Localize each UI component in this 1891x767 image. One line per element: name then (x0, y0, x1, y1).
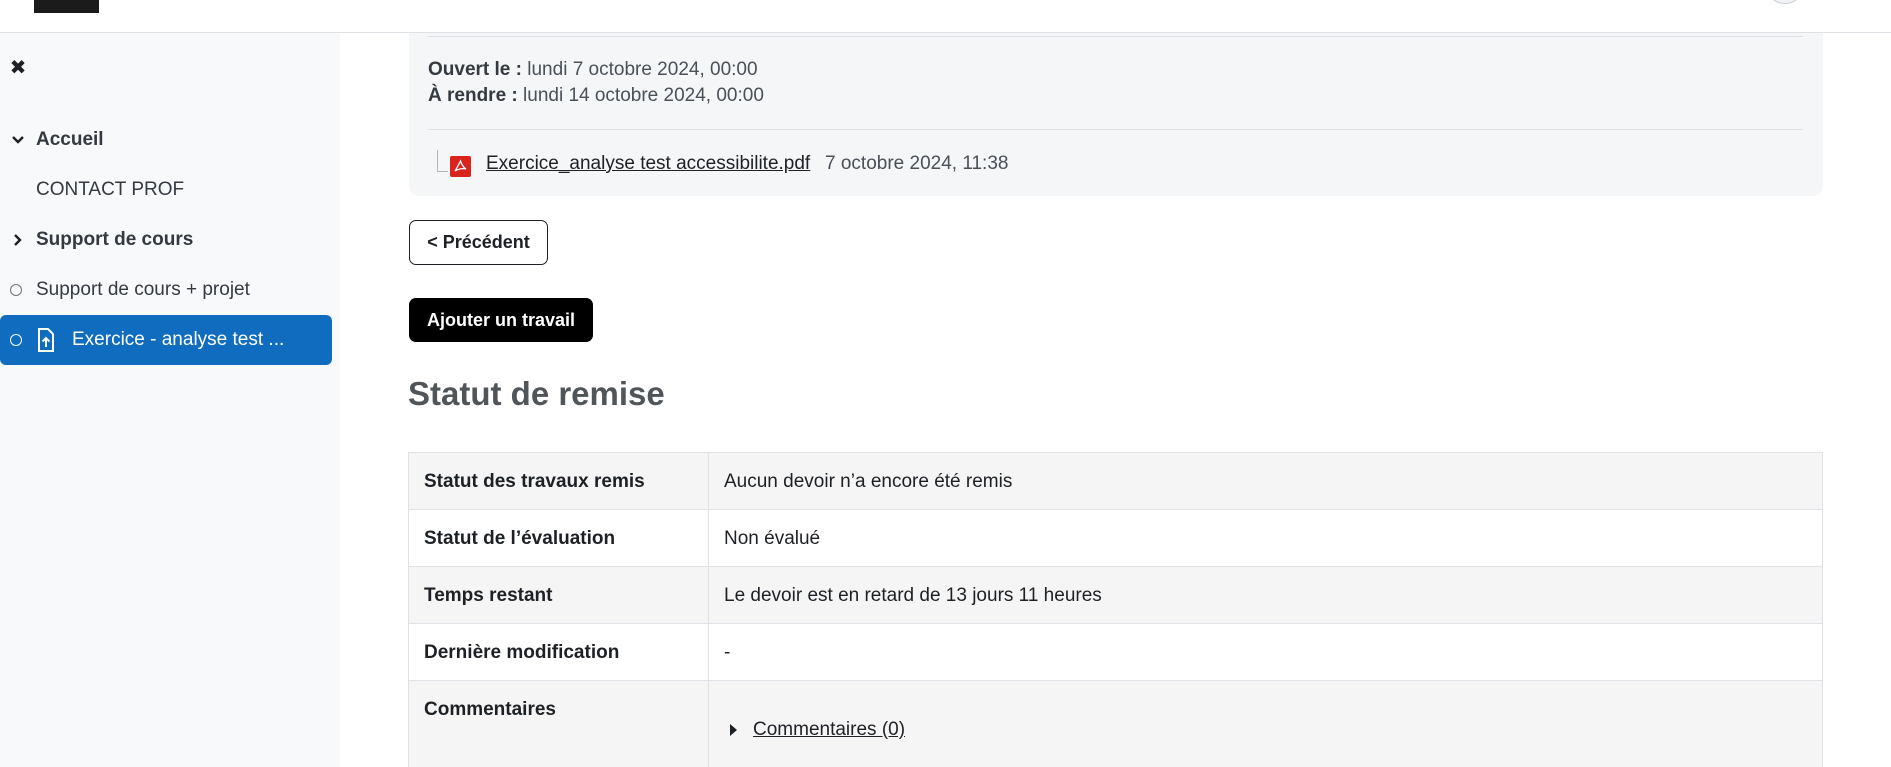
previous-activity-button[interactable]: < Précédent (409, 220, 548, 265)
course-section-support[interactable]: Support de cours (0, 215, 332, 265)
opened-value: lundi 7 octobre 2024, 00:00 (527, 59, 758, 80)
row-key: Commentaires (408, 680, 709, 767)
course-item-support-projet[interactable]: Support de cours + projet (0, 265, 332, 315)
close-drawer-button[interactable]: ✖ (8, 58, 28, 78)
divider (428, 129, 1803, 130)
item-label: Exercice - analyse test ... (72, 329, 285, 350)
add-submission-button[interactable]: Ajouter un travail (409, 298, 593, 342)
row-value: Aucun devoir n’a encore été remis (708, 452, 1823, 510)
site-logo[interactable] (34, 0, 99, 13)
table-row: Statut des travaux remis Aucun devoir n’… (408, 452, 1823, 510)
due-value: lundi 14 octobre 2024, 00:00 (523, 85, 764, 106)
section-label: Support de cours (36, 229, 194, 250)
row-key: Temps restant (408, 566, 709, 624)
course-index-drawer: ✖ Accueil CONTACT PROF Support de cours … (0, 33, 340, 767)
file-upload-icon (36, 328, 56, 352)
chevron-right-icon[interactable] (0, 233, 36, 247)
opened-label: Ouvert le : (428, 59, 522, 80)
attachment-link[interactable]: Exercice_analyse test accessibilite.pdf (486, 153, 810, 175)
row-key: Statut de l’évaluation (408, 509, 709, 567)
opened-date: Ouvert le : lundi 7 octobre 2024, 00:00 (428, 59, 758, 81)
comments-toggle[interactable]: Commentaires (0) (724, 719, 1807, 741)
due-date: À rendre : lundi 14 octobre 2024, 00:00 (428, 85, 764, 107)
tree-connector (437, 150, 448, 172)
item-label: CONTACT PROF (36, 179, 185, 200)
caret-right-icon (730, 724, 737, 736)
comments-link[interactable]: Commentaires (0) (753, 719, 905, 741)
divider (428, 36, 1803, 37)
row-key: Statut des travaux remis (408, 452, 709, 510)
user-avatar[interactable] (1765, 0, 1805, 4)
row-value: - (708, 623, 1823, 681)
item-label: Support de cours + projet (36, 279, 250, 300)
completion-circle-icon (10, 284, 22, 296)
pdf-icon (450, 156, 471, 177)
row-key: Dernière modification (408, 623, 709, 681)
close-icon: ✖ (9, 57, 27, 79)
due-label: À rendre : (428, 85, 518, 106)
course-item-contact-prof[interactable]: CONTACT PROF (0, 165, 332, 215)
row-value: Commentaires (0) (708, 680, 1823, 767)
table-row: Dernière modification - (408, 623, 1823, 681)
time-remaining-value: Le devoir est en retard de 13 jours 11 h… (708, 566, 1823, 624)
row-value: Non évalué (708, 509, 1823, 567)
table-row: Commentaires Commentaires (0) (408, 680, 1823, 767)
top-navbar (0, 0, 1891, 33)
chevron-down-icon[interactable] (0, 133, 36, 147)
course-item-exercice-active[interactable]: Exercice - analyse test ... (0, 315, 332, 365)
attachment-date: 7 octobre 2024, 11:38 (825, 153, 1009, 174)
table-row: Statut de l’évaluation Non évalué (408, 509, 1823, 567)
page-section-title: Statut de remise (408, 375, 665, 412)
section-label: Accueil (36, 129, 104, 150)
completion-circle-icon (10, 334, 22, 346)
course-section-accueil[interactable]: Accueil (0, 115, 332, 165)
submission-status-table: Statut des travaux remis Aucun devoir n’… (408, 452, 1823, 767)
table-row: Temps restant Le devoir est en retard de… (408, 566, 1823, 624)
